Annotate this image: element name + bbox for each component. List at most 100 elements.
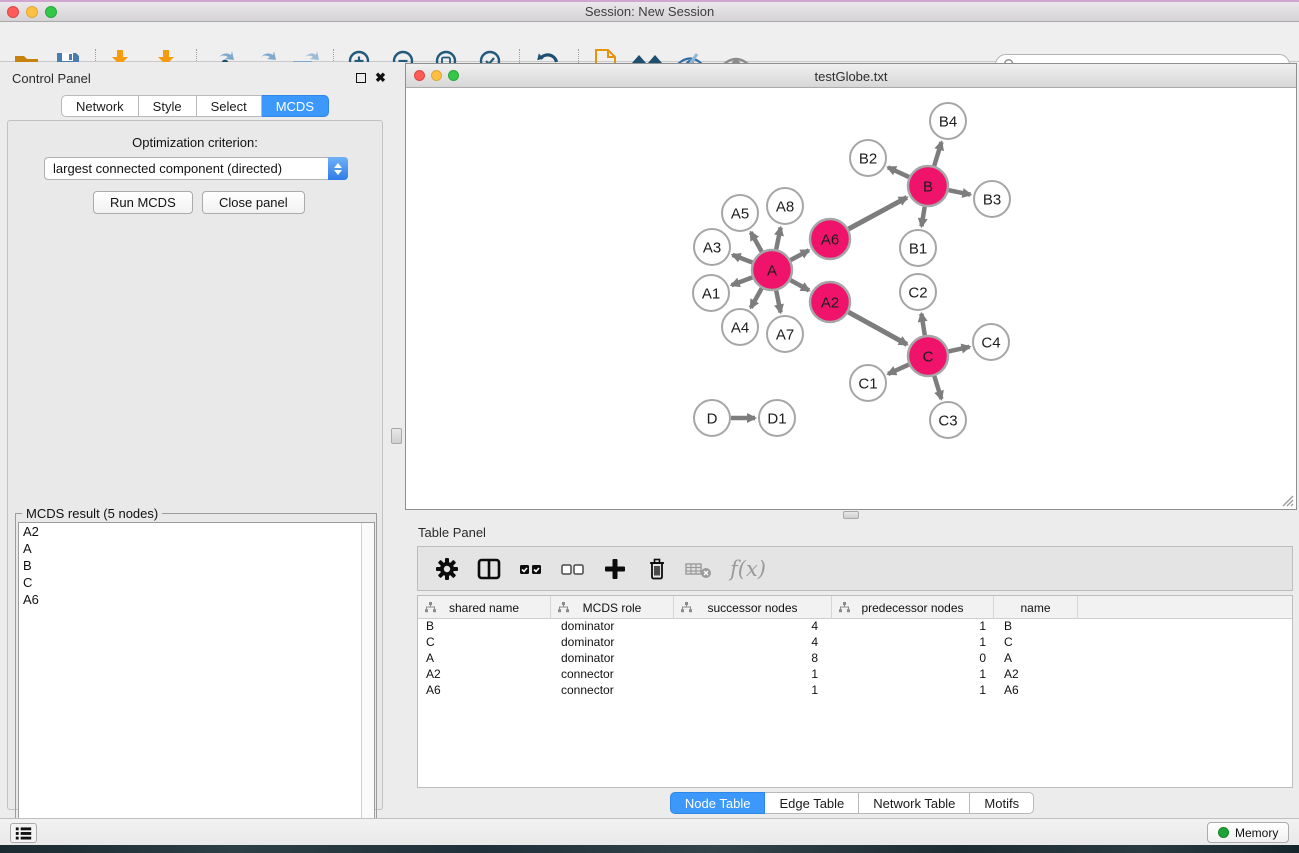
tab-mcds[interactable]: MCDS xyxy=(262,95,329,117)
table-cell[interactable]: B xyxy=(994,619,1078,635)
tab-node-table[interactable]: Node Table xyxy=(670,792,766,814)
table-row[interactable]: Bdominator41B xyxy=(418,619,1292,635)
edge-A-A6[interactable] xyxy=(791,250,809,260)
table-cell[interactable]: connector xyxy=(551,683,674,699)
table-cell[interactable]: B xyxy=(418,619,551,635)
node-A3[interactable]: A3 xyxy=(694,229,730,265)
run-mcds-button[interactable]: Run MCDS xyxy=(93,191,193,214)
edge-C-C1[interactable] xyxy=(888,365,909,374)
edge-B-B3[interactable] xyxy=(949,190,971,194)
criterion-select[interactable]: largest connected component (directed) xyxy=(44,157,348,180)
edge-C-C3[interactable] xyxy=(934,376,941,399)
node-A2[interactable]: A2 xyxy=(810,282,850,322)
table-cell[interactable]: 0 xyxy=(832,651,994,667)
column-header-predecessor-nodes[interactable]: predecessor nodes xyxy=(832,596,994,619)
edge-A6-B[interactable] xyxy=(849,197,907,229)
table-cell[interactable]: A2 xyxy=(418,667,551,683)
node-A8[interactable]: A8 xyxy=(767,188,803,224)
mcds-result-item[interactable]: A xyxy=(19,540,374,557)
edge-A-A2[interactable] xyxy=(790,280,809,290)
mcds-result-item[interactable]: A6 xyxy=(19,591,374,608)
edge-A-A5[interactable] xyxy=(751,232,762,252)
table-cell[interactable]: A xyxy=(418,651,551,667)
delete-column-button[interactable] xyxy=(642,554,672,584)
clear-all-checks-button[interactable] xyxy=(558,554,588,584)
vertical-split-divider[interactable] xyxy=(390,62,405,818)
table-cell[interactable]: A6 xyxy=(418,683,551,699)
node-A5[interactable]: A5 xyxy=(722,195,758,231)
split-handle[interactable] xyxy=(843,511,859,519)
table-cell[interactable]: A xyxy=(994,651,1078,667)
table-cell[interactable]: 8 xyxy=(674,651,832,667)
edge-B-B1[interactable] xyxy=(922,207,925,227)
table-cell[interactable]: 1 xyxy=(832,683,994,699)
float-panel-icon[interactable] xyxy=(356,73,366,83)
table-cell[interactable]: connector xyxy=(551,667,674,683)
node-A4[interactable]: A4 xyxy=(722,309,758,345)
table-cell[interactable]: A6 xyxy=(994,683,1078,699)
node-A6[interactable]: A6 xyxy=(810,219,850,259)
network-canvas[interactable]: B4B2BB3A8A5A6A3B1AA1C2A2A4A7C4CC1DD1C3 xyxy=(406,88,1296,509)
table-cell[interactable]: 1 xyxy=(832,667,994,683)
node-C3[interactable]: C3 xyxy=(930,402,966,438)
edge-A-A3[interactable] xyxy=(733,255,753,263)
tab-select[interactable]: Select xyxy=(197,95,262,117)
task-history-button[interactable] xyxy=(10,823,37,843)
edge-A-A7[interactable] xyxy=(776,291,780,313)
node-B3[interactable]: B3 xyxy=(974,181,1010,217)
tab-edge-table[interactable]: Edge Table xyxy=(765,792,859,814)
node-B4[interactable]: B4 xyxy=(930,103,966,139)
select-all-checks-button[interactable] xyxy=(516,554,546,584)
split-handle[interactable] xyxy=(391,428,402,444)
node-A1[interactable]: A1 xyxy=(693,275,729,311)
table-cell[interactable]: 4 xyxy=(674,619,832,635)
node-D1[interactable]: D1 xyxy=(759,400,795,436)
mcds-result-item[interactable]: B xyxy=(19,557,374,574)
table-cell[interactable]: dominator xyxy=(551,651,674,667)
table-cell[interactable]: dominator xyxy=(551,619,674,635)
node-D[interactable]: D xyxy=(694,400,730,436)
table-row[interactable]: Adominator80A xyxy=(418,651,1292,667)
mcds-result-list[interactable]: A2ABCA6 xyxy=(18,522,375,853)
mcds-result-item[interactable]: C xyxy=(19,574,374,591)
tab-style[interactable]: Style xyxy=(139,95,197,117)
table-cell[interactable]: 1 xyxy=(674,683,832,699)
close-panel-icon[interactable]: ✖ xyxy=(375,73,386,83)
tab-network[interactable]: Network xyxy=(61,95,139,117)
column-header-shared-name[interactable]: shared name xyxy=(418,596,551,619)
window-resize-grip[interactable] xyxy=(1281,494,1294,507)
column-header-mcds-role[interactable]: MCDS role xyxy=(551,596,674,619)
memory-button[interactable]: Memory xyxy=(1207,822,1289,843)
node-B[interactable]: B xyxy=(908,166,948,206)
edge-A-A4[interactable] xyxy=(751,288,762,308)
tab-motifs[interactable]: Motifs xyxy=(970,792,1034,814)
table-cell[interactable]: C xyxy=(418,635,551,651)
table-body[interactable]: Bdominator41BCdominator41CAdominator80AA… xyxy=(418,619,1292,699)
edge-A-A1[interactable] xyxy=(732,277,753,285)
add-column-button[interactable] xyxy=(600,554,630,584)
list-scrollbar[interactable] xyxy=(361,523,374,853)
table-row[interactable]: Cdominator41C xyxy=(418,635,1292,651)
node-A[interactable]: A xyxy=(752,250,792,290)
table-options-button[interactable] xyxy=(432,554,462,584)
edge-A-A8[interactable] xyxy=(776,228,780,250)
column-header-successor-nodes[interactable]: successor nodes xyxy=(674,596,832,619)
table-cell[interactable]: 1 xyxy=(832,635,994,651)
table-row[interactable]: A6connector11A6 xyxy=(418,683,1292,699)
horizontal-split-divider[interactable] xyxy=(405,510,1299,520)
edge-A2-C[interactable] xyxy=(848,312,907,344)
table-cell[interactable]: 1 xyxy=(832,619,994,635)
graph-nodes[interactable]: B4B2BB3A8A5A6A3B1AA1C2A2A4A7C4CC1DD1C3 xyxy=(693,103,1010,438)
edge-C-C4[interactable] xyxy=(949,347,970,352)
network-graph[interactable]: B4B2BB3A8A5A6A3B1AA1C2A2A4A7C4CC1DD1C3 xyxy=(406,88,1296,509)
column-header-name[interactable]: name xyxy=(994,596,1078,619)
node-B2[interactable]: B2 xyxy=(850,140,886,176)
show-columns-button[interactable] xyxy=(474,554,504,584)
table-row[interactable]: A2connector11A2 xyxy=(418,667,1292,683)
node-A7[interactable]: A7 xyxy=(767,316,803,352)
table-cell[interactable]: A2 xyxy=(994,667,1078,683)
table-cell[interactable]: dominator xyxy=(551,635,674,651)
node-C4[interactable]: C4 xyxy=(973,324,1009,360)
table-cell[interactable]: C xyxy=(994,635,1078,651)
close-panel-button[interactable]: Close panel xyxy=(202,191,305,214)
